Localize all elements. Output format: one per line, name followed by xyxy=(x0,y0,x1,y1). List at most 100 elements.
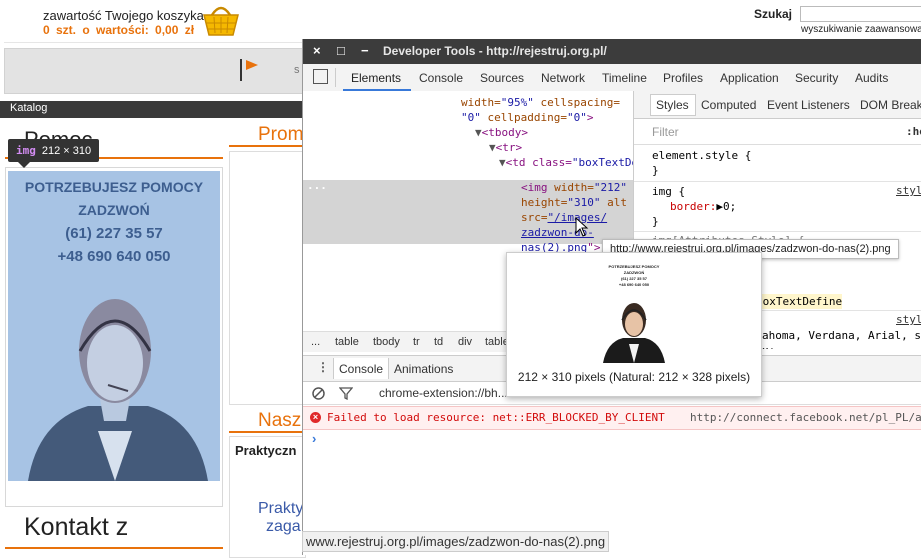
node-menu-dots[interactable]: ... xyxy=(307,179,327,192)
text-cursor xyxy=(240,59,242,81)
filter-icon[interactable] xyxy=(339,387,353,400)
help-line-1: POTRZEBUJESZ POMOCY xyxy=(24,179,204,195)
prop-value[interactable]: x; xyxy=(762,343,775,349)
rule-img[interactable]: img { xyxy=(652,184,685,199)
preview-line-4: +48 690 640 050 xyxy=(618,282,650,287)
prop-font-family-value[interactable]: ahoma, Verdana, Arial, sa xyxy=(762,328,921,343)
drawer-tab-animations[interactable]: Animations xyxy=(394,362,453,376)
rule-source-link[interactable]: style xyxy=(896,184,921,197)
code-val: "310" xyxy=(567,196,601,209)
search-label: Szukaj xyxy=(754,7,793,21)
help-line-2: ZADZWOŃ xyxy=(78,202,150,218)
node-tbody[interactable]: <tbody> xyxy=(482,126,528,139)
inspect-element-icon[interactable] xyxy=(313,69,328,84)
breadcrumb-item[interactable]: td xyxy=(434,336,443,348)
tab-console[interactable]: Console xyxy=(419,71,463,85)
breadcrumb-item[interactable]: div xyxy=(458,336,472,348)
basket-icon[interactable] xyxy=(200,1,242,39)
consultant-photo xyxy=(28,299,208,481)
prop-border[interactable]: border: xyxy=(670,200,716,213)
tab-elements[interactable]: Elements xyxy=(351,71,401,85)
clear-console-icon[interactable] xyxy=(312,387,325,400)
hover-state-toggle[interactable]: :ho xyxy=(906,125,921,138)
code-val: "95%" xyxy=(500,96,534,109)
close-icon[interactable]: × xyxy=(313,43,321,58)
rule-td-selector[interactable]: boxTextDefine xyxy=(756,294,843,309)
tab-application[interactable]: Application xyxy=(720,71,779,85)
rule-close: } xyxy=(652,164,659,177)
devtools-title: Developer Tools - http://rejestruj.org.p… xyxy=(383,44,607,58)
drawer-menu-icon[interactable]: ⋮ xyxy=(317,360,329,374)
promo-box xyxy=(229,151,306,405)
code-attr: width= xyxy=(547,181,594,194)
code-attr: height= xyxy=(521,196,568,209)
advanced-search-link[interactable]: wyszukiwanie zaawansowa xyxy=(801,24,921,35)
styles-subtabs: Styles Computed Event Listeners DOM Brea… xyxy=(634,91,921,119)
prop-border-value[interactable]: ▶0; xyxy=(716,200,736,213)
tab-timeline[interactable]: Timeline xyxy=(602,71,647,85)
breadcrumb-item[interactable]: table xyxy=(335,336,359,348)
search-input[interactable] xyxy=(800,6,921,22)
breadcrumb-item[interactable]: ... xyxy=(311,336,320,348)
subtab-computed[interactable]: Computed xyxy=(701,98,756,112)
contact-heading: Kontakt z xyxy=(24,513,129,541)
breadcrumb-item[interactable]: tr xyxy=(413,336,420,348)
help-line-4: +48 690 640 050 xyxy=(57,248,171,265)
console-context-select[interactable]: chrome-extension://bh... xyxy=(379,386,508,400)
node-td[interactable]: <td class= xyxy=(506,156,572,169)
node-tr[interactable]: <tr> xyxy=(496,141,523,154)
preview-consultant-photo xyxy=(603,303,665,363)
rule-divider xyxy=(634,231,921,232)
styles-filter[interactable]: Filter :ho xyxy=(634,119,921,145)
promo-heading: Prom xyxy=(258,124,304,145)
tooltip-tag: img xyxy=(16,144,36,157)
help-line-3: (61) 227 35 57 xyxy=(65,225,163,242)
maximize-icon[interactable]: □ xyxy=(337,43,345,58)
contact-heading-underline xyxy=(5,547,223,549)
our-heading-underline xyxy=(229,431,304,433)
element-size-tooltip: img 212 × 310 xyxy=(8,139,100,162)
preview-thumbnail: POTRZEBUJESZ POMOCY ZADZWOŃ (61) 227 35 … xyxy=(599,262,669,363)
tab-separator xyxy=(335,68,336,87)
code-val: "212" xyxy=(593,181,627,194)
tooltip-arrow xyxy=(18,162,30,168)
status-bar-url: www.rejestruj.org.pl/images/zadzwon-do-n… xyxy=(302,531,610,552)
minimize-icon[interactable]: − xyxy=(361,43,369,58)
rule-element-style[interactable]: element.style { xyxy=(652,148,751,163)
node-img[interactable]: <img xyxy=(521,181,548,194)
preview-caption: 212 × 310 pixels (Natural: 212 × 328 pix… xyxy=(517,370,751,384)
rule-source-link[interactable]: style xyxy=(896,313,921,326)
devtools-tabbar: Elements Console Sources Network Timelin… xyxy=(303,64,921,92)
subtab-dom-breakpoints[interactable]: DOM Breakpoints xyxy=(860,98,921,112)
devtools-titlebar: × □ − Developer Tools - http://rejestruj… xyxy=(303,39,921,64)
help-image[interactable]: POTRZEBUJESZ POMOCY ZADZWOŃ (61) 227 35 … xyxy=(8,171,220,481)
tab-sources[interactable]: Sources xyxy=(480,71,524,85)
subtab-styles[interactable]: Styles xyxy=(656,98,689,112)
error-message: Failed to load resource: net::ERR_BLOCKE… xyxy=(327,411,665,424)
code-val: "boxTextDefine" xyxy=(571,156,633,169)
promo-heading-underline xyxy=(229,145,304,147)
code-attr: src= xyxy=(521,211,548,224)
article-link-line2[interactable]: zaga xyxy=(266,518,301,536)
cart-values: 0 szt. o wartości: 0,00 zł xyxy=(43,23,195,37)
tab-profiles[interactable]: Profiles xyxy=(663,71,703,85)
console-prompt[interactable]: › xyxy=(312,431,316,446)
cart-label: zawartość Twojego koszyka xyxy=(43,8,204,23)
image-preview-popup: POTRZEBUJESZ POMOCY ZADZWOŃ (61) 227 35 … xyxy=(506,252,762,397)
subtab-event-listeners[interactable]: Event Listeners xyxy=(767,98,850,112)
tab-network[interactable]: Network xyxy=(541,71,585,85)
catalog-label[interactable]: Katalog xyxy=(10,102,47,114)
error-source-link[interactable]: http://connect.facebook.net/pl_PL/a xyxy=(690,411,921,424)
article-title[interactable]: Praktyczn xyxy=(235,443,296,458)
nav-bar-text: s xyxy=(294,64,300,76)
article-link-line1[interactable]: Prakty xyxy=(258,500,303,518)
breadcrumb-item[interactable]: tbody xyxy=(373,336,400,348)
code-attr: width= xyxy=(461,96,501,109)
arrow-right-icon[interactable] xyxy=(246,60,258,70)
tooltip-size: 212 × 310 xyxy=(41,145,92,157)
nav-bar xyxy=(4,48,304,94)
drawer-tab-console[interactable]: Console xyxy=(339,362,383,376)
code-val: "0" xyxy=(461,111,481,124)
tab-audits[interactable]: Audits xyxy=(855,71,888,85)
tab-security[interactable]: Security xyxy=(795,71,838,85)
